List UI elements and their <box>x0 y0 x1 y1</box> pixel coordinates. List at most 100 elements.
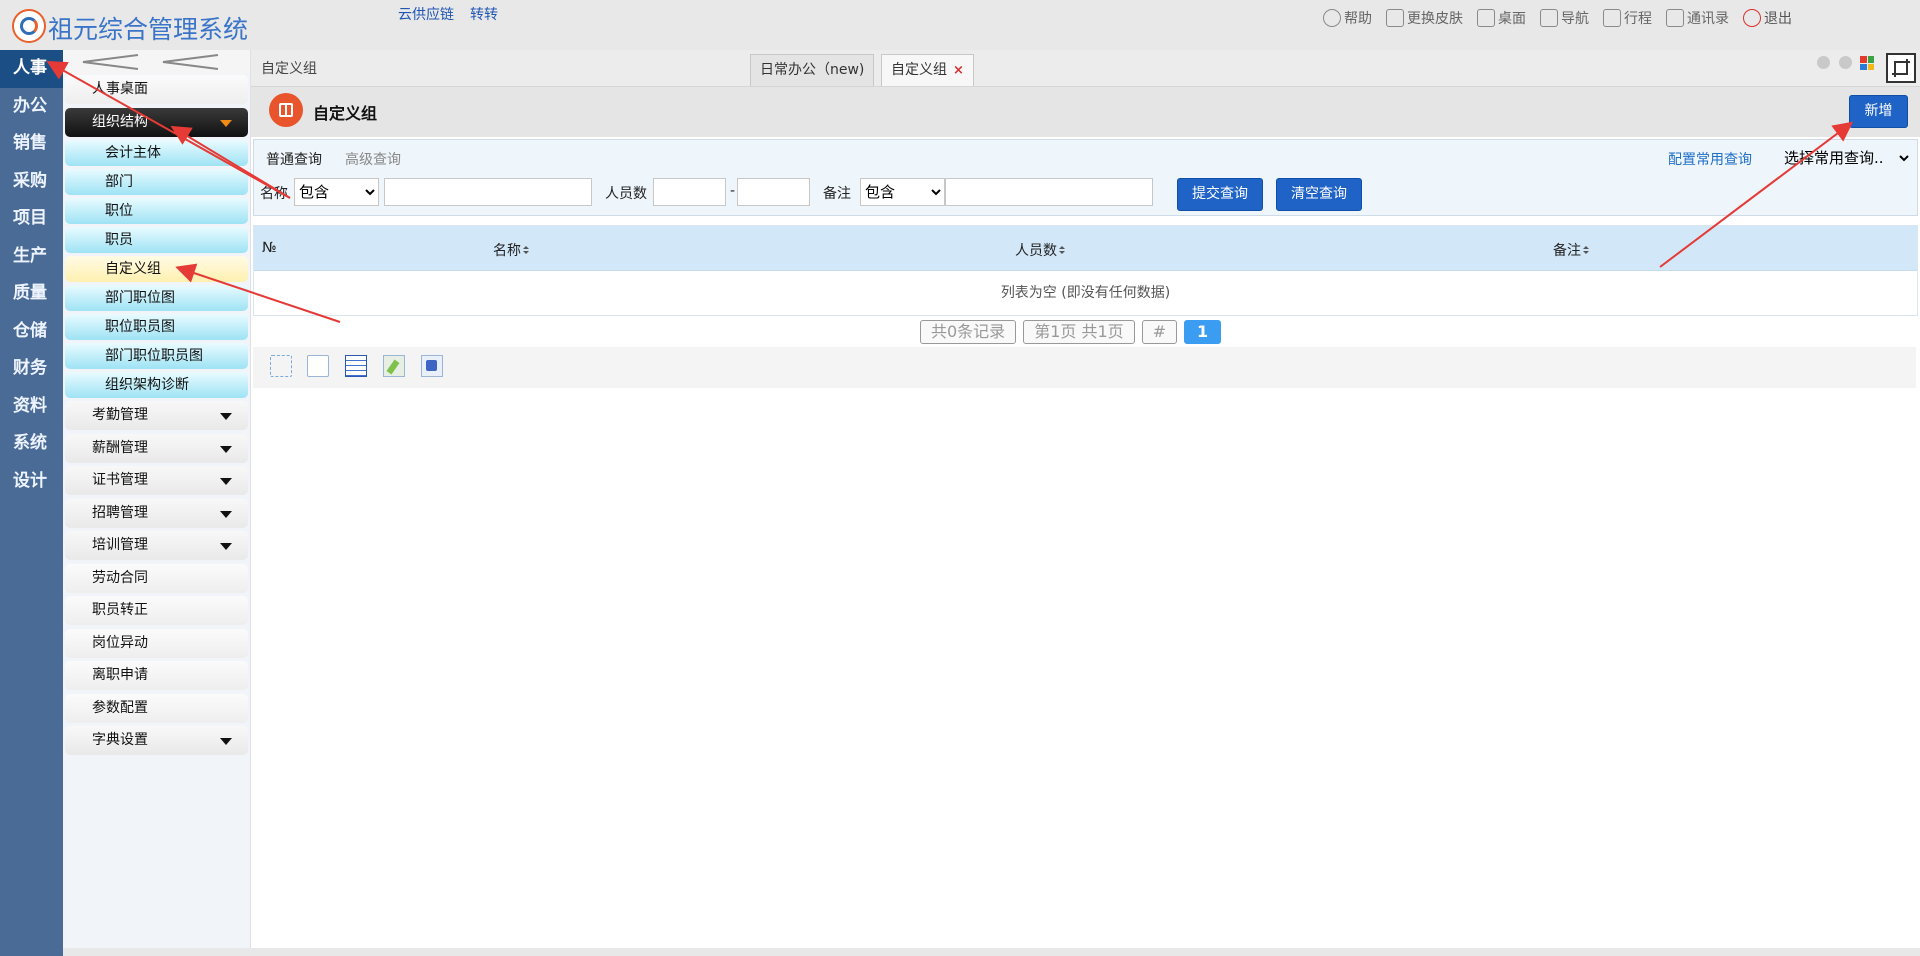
breadcrumb: 自定义组 <box>261 61 317 77</box>
sidebar-item-attendance[interactable]: 考勤管理 <box>65 401 248 430</box>
group-icon <box>269 93 303 127</box>
remark-operator-select[interactable]: 包含 <box>860 178 945 206</box>
column-number: № <box>262 240 277 256</box>
sidebar-item-dept-position-chart[interactable]: 部门职位图 <box>65 285 248 311</box>
help-button[interactable]: 帮助 <box>1323 8 1372 28</box>
change-skin-button[interactable]: 更换皮肤 <box>1386 8 1463 28</box>
column-count[interactable]: 人员数 <box>1015 240 1065 260</box>
document-icon[interactable] <box>307 355 329 377</box>
sidebar-item-transfer[interactable]: 岗位异动 <box>65 628 248 658</box>
module-design[interactable]: 设计 <box>0 463 63 501</box>
module-finance[interactable]: 财务 <box>0 350 63 388</box>
module-hr[interactable]: 人事 <box>0 50 63 88</box>
column-remark[interactable]: 备注 <box>1553 240 1589 260</box>
sidebar-item-department[interactable]: 部门 <box>65 169 248 195</box>
sidebar-item-hr-desk[interactable]: 人事桌面 <box>65 75 248 104</box>
close-icon[interactable]: × <box>953 63 964 78</box>
desktop-button[interactable]: 桌面 <box>1477 8 1526 28</box>
module-quality[interactable]: 质量 <box>0 275 63 313</box>
module-production[interactable]: 生产 <box>0 238 63 276</box>
sidebar-item-custom-group[interactable]: 自定义组 <box>65 256 248 282</box>
select-all-icon[interactable] <box>270 355 292 377</box>
logout-button[interactable]: 退出 <box>1743 8 1792 28</box>
sidebar-item-training[interactable]: 培训管理 <box>65 531 248 560</box>
tab-scroll-right-icon[interactable] <box>1839 56 1852 69</box>
caret-down-icon <box>220 119 232 127</box>
submit-query-button[interactable]: 提交查询 <box>1177 178 1263 211</box>
name-operator-select[interactable]: 包含 <box>294 178 379 206</box>
supply-chain-link[interactable]: 云供应链 <box>398 4 454 24</box>
logout-label: 退出 <box>1764 11 1792 27</box>
contacts-label: 通讯录 <box>1687 11 1729 27</box>
data-grid: № 名称 人员数 备注 列表为空 (即没有任何数据) <box>253 225 1918 316</box>
edit-icon[interactable] <box>383 355 405 377</box>
tab-normal-query[interactable]: 普通查询 <box>266 149 322 169</box>
config-common-query-link[interactable]: 配置常用查询 <box>1668 149 1752 169</box>
column-name-label: 名称 <box>493 243 521 259</box>
sidebar-item-dictionary[interactable]: 字典设置 <box>65 726 248 755</box>
sidebar-item-accounting-entity[interactable]: 会计主体 <box>65 140 248 166</box>
module-project[interactable]: 项目 <box>0 200 63 238</box>
module-nav: 人事 办公 销售 采购 项目 生产 质量 仓储 财务 资料 系统 设计 <box>0 50 63 956</box>
query-panel: 普通查询 高级查询 配置常用查询 选择常用查询.. 名称 包含 人员数 - 备注… <box>253 139 1918 216</box>
module-purchase[interactable]: 采购 <box>0 163 63 201</box>
tab-label: 自定义组 <box>891 62 947 78</box>
navigation-button[interactable]: 导航 <box>1540 8 1589 28</box>
sidebar-item-org-diagnosis[interactable]: 组织架构诊断 <box>65 372 248 398</box>
page-jump-button[interactable]: # <box>1141 320 1178 344</box>
tab-advanced-query[interactable]: 高级查询 <box>345 149 401 169</box>
sidebar-item-position[interactable]: 职位 <box>65 198 248 224</box>
sidebar-item-org-structure[interactable]: 组织结构 <box>65 107 248 137</box>
sidebar-item-position-employee-chart[interactable]: 职位职员图 <box>65 314 248 340</box>
sidebar-item-recruitment[interactable]: 招聘管理 <box>65 498 248 528</box>
contacts-icon <box>1666 9 1684 27</box>
contacts-button[interactable]: 通讯录 <box>1666 8 1729 28</box>
grid-header: № 名称 人员数 备注 <box>254 226 1917 271</box>
tab-custom-group[interactable]: 自定义组 × <box>881 54 974 86</box>
sidebar-item-labor-contract[interactable]: 劳动合同 <box>65 563 248 593</box>
caret-down-icon <box>220 478 232 485</box>
module-sales[interactable]: 销售 <box>0 125 63 163</box>
home-icon <box>1477 9 1495 27</box>
change-skin-label: 更换皮肤 <box>1407 11 1463 27</box>
remark-filter-input[interactable] <box>945 178 1153 206</box>
sidebar-item-dept-position-employee-chart[interactable]: 部门职位职员图 <box>65 343 248 369</box>
power-icon <box>1743 9 1761 27</box>
table-icon[interactable] <box>345 355 367 377</box>
app-title: 祖元综合管理系统 <box>48 15 249 44</box>
module-data[interactable]: 资料 <box>0 388 63 426</box>
double-chevron-left-icon <box>82 54 219 70</box>
zhuanzhuan-link[interactable]: 转转 <box>470 4 498 24</box>
page-info: 第1页 共1页 <box>1023 320 1135 344</box>
sidebar-item-resignation[interactable]: 离职申请 <box>65 661 248 690</box>
column-count-label: 人员数 <box>1015 243 1057 259</box>
sidebar-item-certificate[interactable]: 证书管理 <box>65 466 248 495</box>
module-office[interactable]: 办公 <box>0 88 63 126</box>
common-query-select[interactable]: 选择常用查询.. <box>1780 146 1912 170</box>
name-filter-input[interactable] <box>384 178 592 206</box>
column-name[interactable]: 名称 <box>493 240 529 260</box>
module-system[interactable]: 系统 <box>0 425 63 463</box>
count-min-input[interactable] <box>653 178 726 206</box>
page-title: 自定义组 <box>313 104 378 123</box>
tab-menu-icon[interactable] <box>1860 56 1874 70</box>
fullscreen-icon[interactable] <box>1886 53 1916 83</box>
sidebar-item-salary[interactable]: 薪酬管理 <box>65 433 248 463</box>
page-1-button[interactable]: 1 <box>1184 320 1222 344</box>
sidebar-item-employee[interactable]: 职员 <box>65 227 248 253</box>
count-max-input[interactable] <box>737 178 810 206</box>
page-header: 自定义组 新增 <box>251 87 1920 137</box>
add-button[interactable]: 新增 <box>1849 95 1908 128</box>
sidebar-item-regularization[interactable]: 职员转正 <box>65 596 248 625</box>
sidebar-item-parameters[interactable]: 参数配置 <box>65 693 248 723</box>
top-menu: 帮助 更换皮肤 桌面 导航 行程 通讯录 退出 <box>1323 8 1792 28</box>
export-icon[interactable] <box>421 355 443 377</box>
tab-scroll-left-icon[interactable] <box>1817 56 1830 69</box>
tab-daily-office[interactable]: 日常办公（new) <box>750 54 875 86</box>
range-dash: - <box>730 183 736 199</box>
clear-query-button[interactable]: 清空查询 <box>1276 178 1362 211</box>
schedule-button[interactable]: 行程 <box>1603 8 1652 28</box>
collapse-sidebar-button[interactable] <box>63 50 250 74</box>
module-warehouse[interactable]: 仓储 <box>0 313 63 351</box>
name-filter-label: 名称 <box>260 186 288 202</box>
